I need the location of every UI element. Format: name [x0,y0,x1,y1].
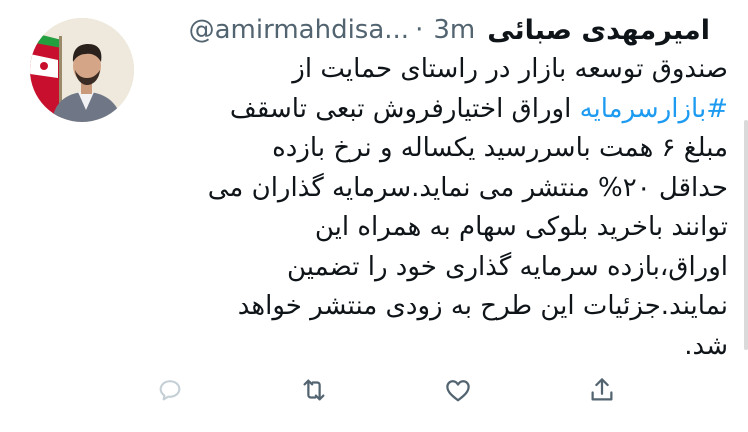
share-icon [591,378,613,401]
tweet-text: صندوق توسعه بازار در راستای حمایت از #با… [150,50,728,366]
tweet-time[interactable]: 3m [433,15,475,45]
tweet-line: مبلغ ۶ همت باسررسید یکساله و نرخ بازده [272,133,728,163]
scrollbar[interactable] [744,120,748,350]
tweet-line: حداقل ۲۰% منتشر می نماید.سرمایه گذاران م… [207,172,728,203]
hashtag-link[interactable]: #بازارسرمایه [580,94,728,124]
tweet-line: توانند باخرید بلوکی سهام به همراه این [314,212,728,242]
tweet-line: شد. [684,330,728,361]
reply-icon [159,380,181,401]
avatar-image [30,18,134,122]
tweet-line: نمایند.جزئیات این طرح به زودی منتشر خواه… [237,291,728,321]
share-button[interactable] [582,370,622,410]
header-separator: · [415,15,424,45]
tweet-line: صندوق توسعه بازار در راستای حمایت از [292,54,728,84]
tweet-header: 3m · @amirmahdisa... امیرمهدی صبائی [150,8,710,52]
user-handle[interactable]: @amirmahdisa... [189,15,409,45]
retweet-icon [303,379,325,401]
tweet-line-with-hashtag: #بازارسرمایه اوراق اختیارفروش تبعی تاسقف [150,90,728,130]
heart-icon [446,380,470,402]
tweet-actions [150,370,630,410]
avatar[interactable] [30,18,134,122]
retweet-button[interactable] [294,370,334,410]
tweet-line: اوراق،بازده سرمایه گذاری خود را تضمین [287,251,728,282]
tweet[interactable]: 3m · @amirmahdisa... امیرمهدی صبائی صندو… [0,0,748,432]
reply-button[interactable] [150,370,190,410]
tweet-line: اوراق اختیارفروش تبعی تاسقف [229,93,572,124]
like-button[interactable] [438,370,478,410]
display-name[interactable]: امیرمهدی صبائی [487,15,710,46]
